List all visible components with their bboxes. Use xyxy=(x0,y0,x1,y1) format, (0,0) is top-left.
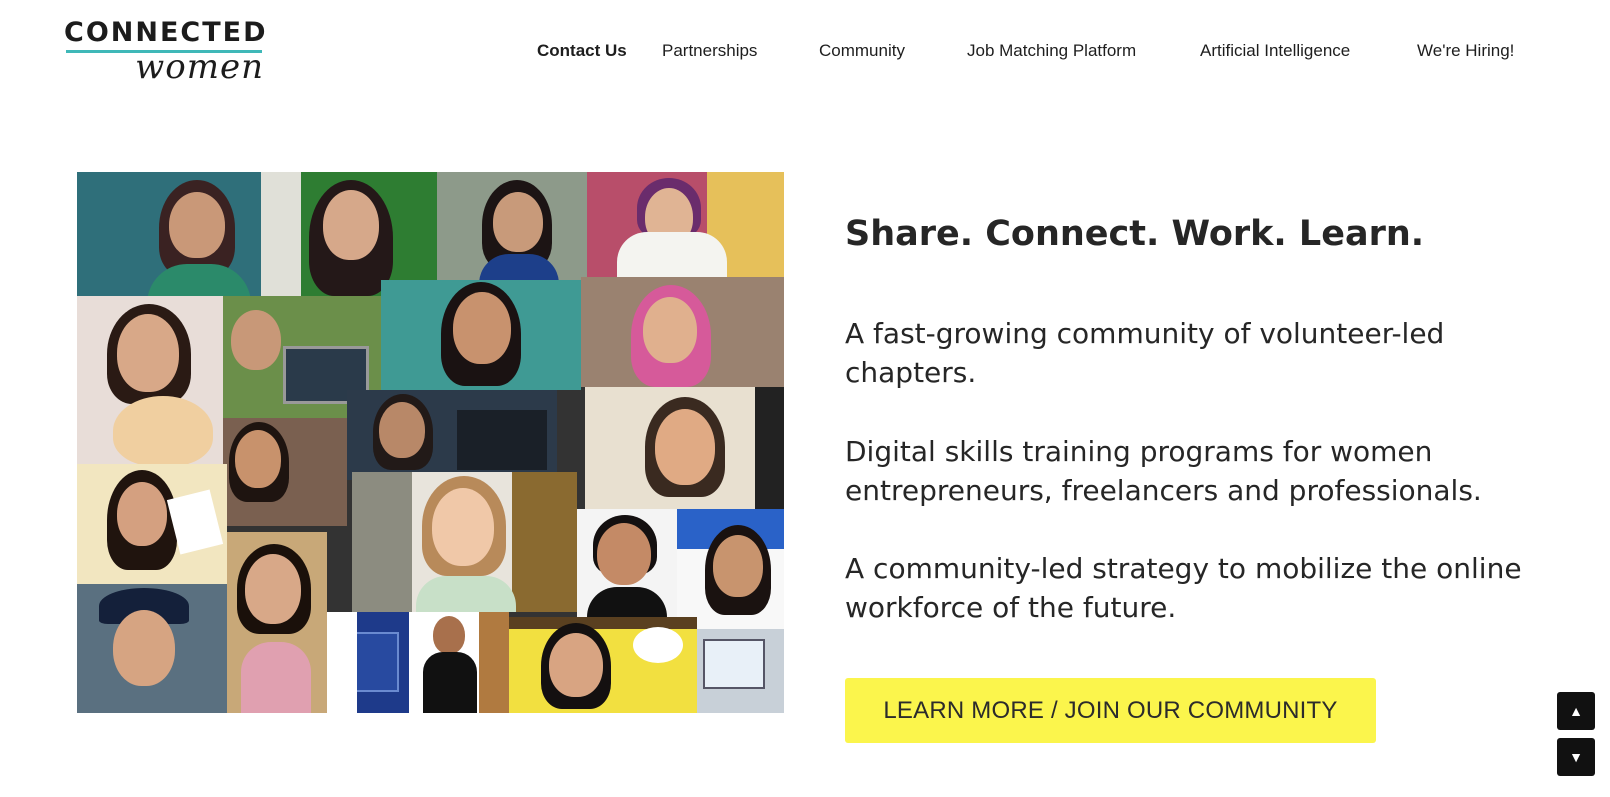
nav-job-matching-platform[interactable]: Job Matching Platform xyxy=(967,38,1136,64)
triangle-down-icon: ▼ xyxy=(1569,749,1583,765)
nav-contact-us[interactable]: Contact Us xyxy=(537,38,627,64)
video-call-collage-photo xyxy=(77,172,784,713)
nav-community[interactable]: Community xyxy=(819,38,905,64)
hero-paragraph-strategy: A community-led strategy to mobilize the… xyxy=(845,552,1522,624)
hero-paragraph-chapters: A fast-growing community of volunteer-le… xyxy=(845,317,1445,389)
learn-more-join-button[interactable]: LEARN MORE / JOIN OUR COMMUNITY xyxy=(845,678,1376,743)
scroll-up-button[interactable]: ▲ xyxy=(1557,692,1595,730)
nav-were-hiring[interactable]: We're Hiring! xyxy=(1417,38,1514,64)
hero-headline: Share. Connect. Work. Learn. xyxy=(845,214,1425,254)
triangle-up-icon: ▲ xyxy=(1569,703,1583,719)
scroll-down-button[interactable]: ▼ xyxy=(1557,738,1595,776)
nav-partnerships[interactable]: Partnerships xyxy=(662,38,757,64)
hero-paragraph-training: Digital skills training programs for wom… xyxy=(845,435,1482,507)
main-nav: Contact Us Partnerships Community Job Ma… xyxy=(0,38,1610,64)
nav-artificial-intelligence[interactable]: Artificial Intelligence xyxy=(1200,38,1350,64)
